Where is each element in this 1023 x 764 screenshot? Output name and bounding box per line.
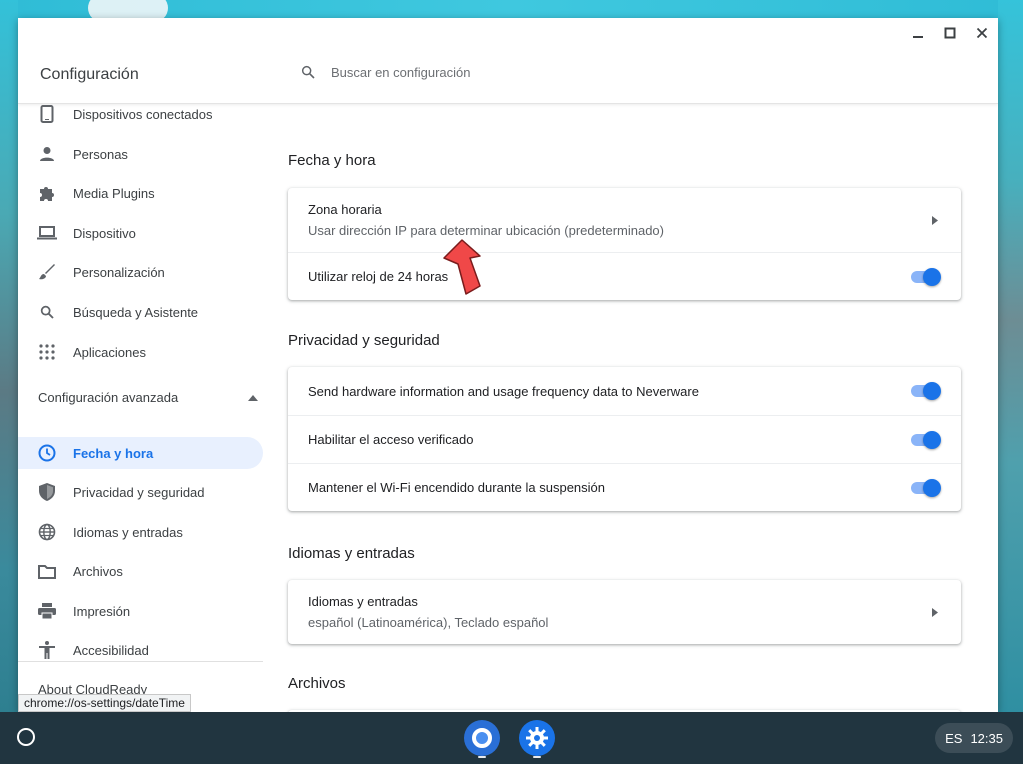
wifi-suspend-toggle[interactable] <box>909 478 941 497</box>
sidebar-item-label: Idiomas y entradas <box>73 524 183 540</box>
close-button[interactable] <box>966 18 998 48</box>
sidebar-divider <box>18 661 263 662</box>
search-icon <box>37 302 57 322</box>
sidebar-item-device[interactable]: Dispositivo <box>18 217 263 249</box>
sidebar-item-label: Personas <box>73 146 128 162</box>
maximize-icon <box>944 27 956 39</box>
timezone-title: Zona horaria <box>308 202 382 217</box>
shelf: ES 12:35 <box>0 712 1023 764</box>
section-title-privacy: Privacidad y seguridad <box>288 332 440 349</box>
sidebar-item-label: Búsqueda y Asistente <box>73 304 199 320</box>
search-input[interactable]: Buscar en configuración <box>331 65 470 80</box>
sidebar-item-label: Fecha y hora <box>73 445 154 461</box>
desktop-wallpaper-right <box>998 0 1023 712</box>
advanced-settings-label: Configuración avanzada <box>38 390 179 405</box>
languages-row-title: Idiomas y entradas <box>308 594 418 609</box>
ime-indicator: ES <box>945 730 963 746</box>
privacy-row-label: Habilitar el acceso verificado <box>308 432 474 447</box>
sidebar-item-label: Personalización <box>73 264 165 280</box>
sidebar-item-label: Dispositivo <box>73 225 136 241</box>
desktop-wallpaper-left <box>0 0 18 712</box>
clock-24h-toggle[interactable] <box>909 267 941 286</box>
sidebar-item-people[interactable]: Personas <box>18 138 263 170</box>
card-date-time: Zona horaria Usar dirección IP para dete… <box>288 188 961 300</box>
annotation-arrow-icon <box>443 239 481 295</box>
timezone-subtitle: Usar dirección IP para determinar ubicac… <box>308 223 664 238</box>
minimize-button[interactable] <box>902 18 934 48</box>
app-running-indicator <box>533 756 541 758</box>
status-tray[interactable]: ES 12:35 <box>935 723 1013 753</box>
chevron-up-icon <box>248 394 258 401</box>
app-running-indicator <box>478 756 486 758</box>
privacy-row-hw-data: Send hardware information and usage freq… <box>288 367 961 415</box>
sidebar-item-privacy[interactable]: Privacidad y seguridad <box>18 476 263 508</box>
sidebar-item-media-plugins[interactable]: Media Plugins <box>18 177 263 209</box>
brush-icon <box>37 262 57 282</box>
section-title-files: Archivos <box>288 675 346 692</box>
launcher-button[interactable] <box>17 728 35 746</box>
settings-window: Configuración Buscar en configuración Di… <box>18 18 998 712</box>
arrow-right-icon <box>929 606 941 618</box>
folder-icon <box>37 561 57 581</box>
close-icon <box>976 27 988 39</box>
sidebar: Dispositivos conectados Personas Media P… <box>18 104 280 712</box>
apps-grid-icon <box>37 342 57 362</box>
sidebar-item-languages[interactable]: Idiomas y entradas <box>18 516 263 548</box>
card-privacy: Send hardware information and usage freq… <box>288 367 961 511</box>
advanced-settings-toggle[interactable]: Configuración avanzada <box>38 390 258 405</box>
main-content: Fecha y hora Zona horaria Usar dirección… <box>280 104 998 712</box>
printer-icon <box>37 601 57 621</box>
clock-time: 12:35 <box>970 730 1003 746</box>
sidebar-item-date-time[interactable]: Fecha y hora <box>18 437 263 469</box>
hw-data-toggle[interactable] <box>909 382 941 400</box>
sidebar-item-label: Dispositivos conectados <box>73 106 213 122</box>
shield-icon <box>37 482 57 502</box>
person-icon <box>37 144 57 164</box>
sidebar-item-label: Impresión <box>73 603 131 619</box>
clock-24h-row: Utilizar reloj de 24 horas <box>288 252 961 300</box>
timezone-row[interactable]: Zona horaria Usar dirección IP para dete… <box>288 188 961 252</box>
sidebar-item-label: Media Plugins <box>73 185 155 201</box>
clock-icon <box>37 443 57 463</box>
sidebar-item-printing[interactable]: Impresión <box>18 595 263 627</box>
card-languages: Idiomas y entradas español (Latinoaméric… <box>288 580 961 644</box>
sidebar-item-label: Aplicaciones <box>73 344 146 360</box>
sidebar-item-connected-devices[interactable]: Dispositivos conectados <box>18 104 263 130</box>
verified-access-toggle[interactable] <box>909 430 941 449</box>
window-controls <box>902 18 998 48</box>
privacy-row-label: Send hardware information and usage freq… <box>308 383 699 399</box>
sidebar-item-label: Archivos <box>73 563 123 579</box>
sidebar-item-files[interactable]: Archivos <box>18 555 263 587</box>
sidebar-item-label: Privacidad y seguridad <box>73 484 205 500</box>
accessibility-icon <box>37 640 57 660</box>
clock-24h-label: Utilizar reloj de 24 horas <box>308 269 449 284</box>
privacy-row-wifi-suspend: Mantener el Wi-Fi encendido durante la s… <box>288 463 961 511</box>
search-box[interactable]: Buscar en configuración <box>300 64 470 80</box>
arrow-right-icon <box>929 214 941 226</box>
privacy-row-verified-access: Habilitar el acceso verificado <box>288 415 961 463</box>
settings-app-icon[interactable] <box>519 720 555 756</box>
status-url-tooltip: chrome://os-settings/dateTime <box>18 694 191 712</box>
maximize-button[interactable] <box>934 18 966 48</box>
sidebar-item-search-assistant[interactable]: Búsqueda y Asistente <box>18 296 263 328</box>
phone-icon <box>37 104 57 124</box>
sidebar-item-label: Accesibilidad <box>73 642 149 658</box>
page-title: Configuración <box>40 66 139 83</box>
globe-icon <box>37 522 57 542</box>
languages-row[interactable]: Idiomas y entradas español (Latinoaméric… <box>288 580 961 644</box>
privacy-row-label: Mantener el Wi-Fi encendido durante la s… <box>308 480 606 495</box>
puzzle-icon <box>37 183 57 203</box>
languages-row-subtitle: español (Latinoamérica), Teclado español <box>308 615 549 630</box>
gear-icon <box>526 727 548 749</box>
sidebar-item-apps[interactable]: Aplicaciones <box>18 336 263 368</box>
minimize-icon <box>913 36 923 38</box>
laptop-icon <box>37 223 57 243</box>
search-icon <box>301 65 315 79</box>
settings-header: Configuración Buscar en configuración <box>18 18 998 104</box>
sidebar-item-personalization[interactable]: Personalización <box>18 256 263 288</box>
section-title-date-time: Fecha y hora <box>288 152 376 169</box>
section-title-languages: Idiomas y entradas <box>288 545 415 562</box>
chrome-app-icon[interactable] <box>464 720 500 756</box>
